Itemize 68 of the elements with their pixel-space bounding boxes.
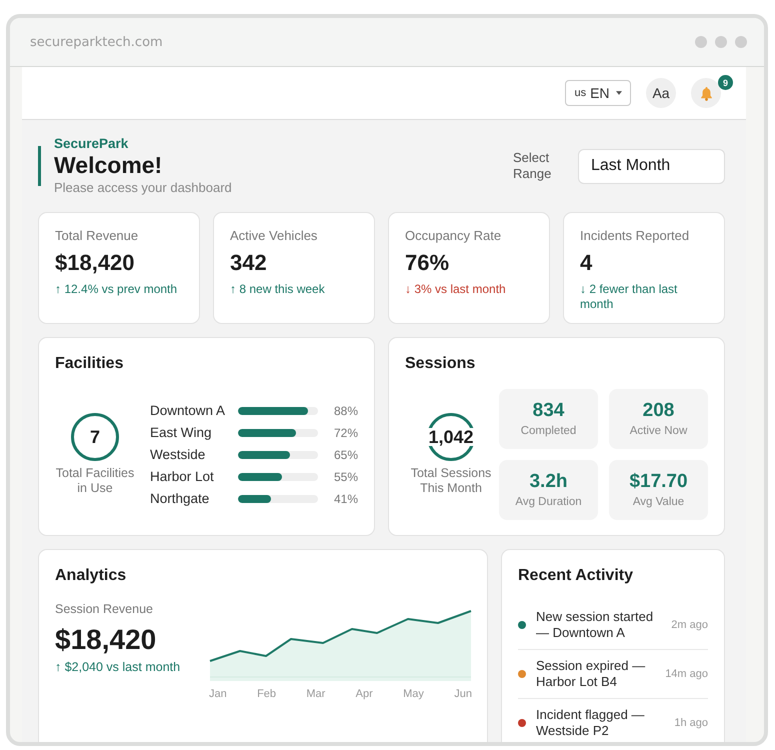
card-title: Sessions [405, 354, 476, 374]
window-control-icon[interactable] [715, 36, 727, 48]
month-label: Apr [356, 688, 373, 700]
occupancy-percent: 41% [332, 492, 358, 506]
month-label: May [403, 688, 424, 700]
kpi-change: ↑ 8 new this week [230, 282, 326, 297]
occupancy-percent: 72% [332, 426, 358, 440]
welcome-subtitle: Please access your dashboard [54, 179, 232, 196]
metric-change: ↑ $2,040 vs last month [55, 660, 182, 675]
notifications-button[interactable] [691, 78, 721, 108]
window-control-icon[interactable] [695, 36, 707, 48]
kpi-change: ↓ 3% vs last month [405, 282, 507, 297]
session-count: 1,042 [427, 428, 475, 446]
kpi-value: $18,420 [55, 250, 136, 276]
range-select[interactable]: Last Month [578, 148, 725, 184]
stat-value: 3.2h [529, 471, 568, 493]
occupancy-percent: 88% [332, 404, 358, 418]
facility-name: Harbor Lot [150, 469, 215, 484]
stat-label: Active Now [630, 424, 688, 438]
range-label: Select Range [513, 150, 552, 182]
metric-value: $18,420 [55, 624, 158, 656]
stat-value: $17.70 [629, 471, 688, 493]
facility-name: East Wing [150, 425, 213, 440]
activity-time: 2m ago [671, 619, 708, 631]
session-count-label: Total Sessions This Month [410, 466, 492, 496]
facility-count-label: Total Facilities in Use [55, 466, 135, 496]
card-title: Analytics [55, 566, 128, 586]
stat-label: Completed [520, 424, 576, 438]
activity-text: Session expired — Harbor Lot B4 [536, 658, 646, 690]
kpi-change: ↓ 2 fewer than last month [580, 282, 678, 312]
facility-count: 7 [88, 428, 101, 446]
language-select[interactable]: us EN [565, 80, 631, 106]
window-control-icon[interactable] [735, 36, 747, 48]
kpi-change: ↑ 12.4% vs prev month [55, 282, 178, 297]
bell-icon [698, 86, 714, 100]
activity-time: 1h ago [674, 717, 708, 729]
kpi-value: 4 [580, 250, 594, 276]
kpi-label: Incidents Reported [580, 228, 690, 244]
font-size-button[interactable]: Aa [646, 78, 676, 108]
card-title: Facilities [55, 354, 124, 374]
notification-badge: 9 [718, 75, 733, 90]
caret-icon [616, 91, 622, 95]
stat-label: Avg Duration [515, 495, 582, 509]
stat-value: 208 [642, 400, 674, 422]
facility-name: Northgate [150, 491, 210, 506]
month-label: Mar [306, 688, 326, 700]
kpi-value: 342 [230, 250, 268, 276]
kpi-label: Total Revenue [55, 228, 140, 244]
kpi-label: Active Vehicles [230, 228, 318, 244]
brand-name: SecurePark [54, 136, 130, 152]
month-label: Jun [454, 688, 472, 700]
stat-label: Avg Value [632, 495, 684, 509]
activity-text: New session started — Downtown A [536, 609, 654, 641]
welcome-title: Welcome! [54, 152, 164, 179]
kpi-label: Occupancy Rate [405, 228, 502, 244]
facility-name: Downtown A [150, 403, 226, 418]
stat-value: 834 [532, 400, 564, 422]
occupancy-percent: 55% [332, 470, 358, 484]
metric-label: Session Revenue [55, 601, 154, 617]
activity-text: Incident flagged — Westside P2 [536, 707, 646, 739]
occupancy-percent: 65% [332, 448, 358, 462]
kpi-value: 76% [405, 250, 450, 276]
facility-name: Westside [150, 447, 206, 462]
activity-time: 14m ago [665, 668, 708, 680]
month-label: Feb [257, 688, 276, 700]
url-text: secureparktech.com [30, 34, 163, 50]
card-title: Recent Activity [518, 566, 634, 586]
month-label: Jan [209, 688, 227, 700]
